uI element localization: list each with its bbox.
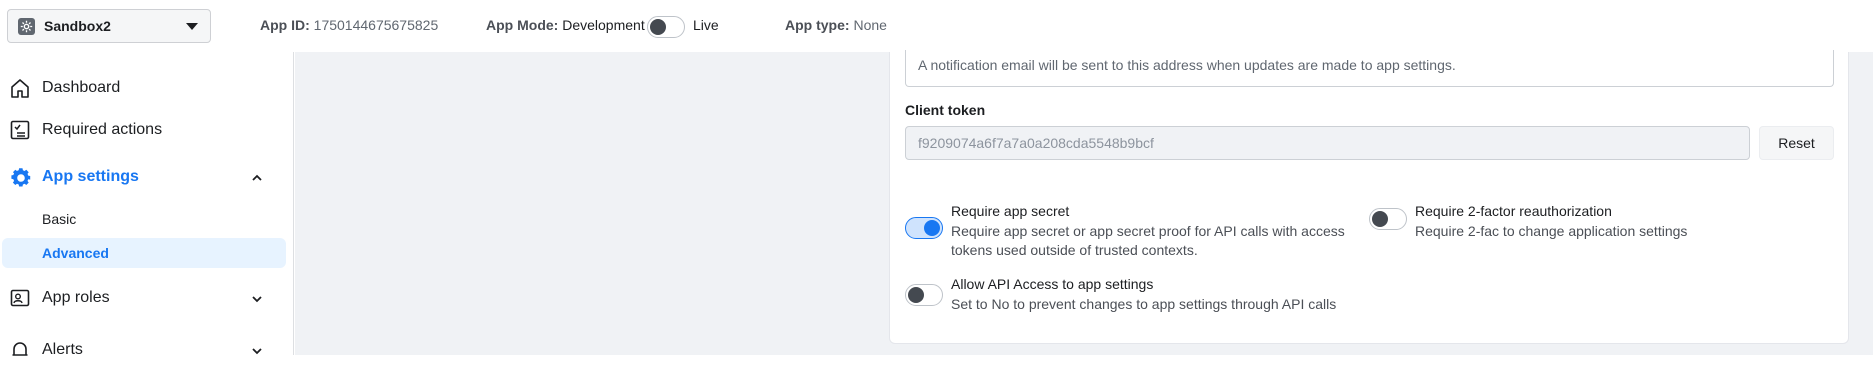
chevron-up-icon bbox=[251, 171, 263, 183]
setting-require-app-secret: Require app secret Require app secret or… bbox=[905, 203, 1345, 263]
top-bar: Sandbox2 App ID: 1750144675675825 App Mo… bbox=[0, 0, 1873, 52]
sidebar-item-label: App settings bbox=[42, 168, 139, 185]
toggle-knob bbox=[650, 19, 666, 35]
allow-api-access-toggle[interactable] bbox=[905, 284, 943, 306]
sidebar-item-app-roles[interactable]: App roles bbox=[0, 280, 294, 316]
sidebar-item-label: Required actions bbox=[42, 121, 163, 138]
sidebar-subitem-label: Basic bbox=[42, 211, 77, 227]
app-mode: App Mode: Development bbox=[486, 17, 645, 33]
notification-email-field[interactable]: A notification email will be sent to thi… bbox=[905, 50, 1834, 87]
setting-allow-api-access: Allow API Access to app settings Set to … bbox=[905, 276, 1345, 316]
home-icon bbox=[9, 77, 31, 99]
app-type-label: App type: bbox=[785, 17, 850, 33]
reset-button[interactable]: Reset bbox=[1759, 126, 1834, 160]
chevron-down-icon bbox=[251, 344, 263, 356]
app-type: App type: None bbox=[785, 17, 887, 33]
app-name: Sandbox2 bbox=[44, 18, 111, 34]
app-id: App ID: 1750144675675825 bbox=[260, 17, 438, 33]
app-id-label: App ID: bbox=[260, 17, 310, 33]
toggle-knob bbox=[924, 220, 940, 236]
setting-description: Set to No to prevent changes to app sett… bbox=[951, 296, 1337, 312]
app-icon bbox=[18, 17, 35, 35]
sidebar: Dashboard Required actions App settings … bbox=[0, 52, 294, 358]
app-mode-label: App Mode: bbox=[486, 17, 559, 33]
email-hint: A notification email will be sent to thi… bbox=[918, 57, 1456, 73]
setting-title: Allow API Access to app settings bbox=[951, 276, 1154, 292]
toggle-knob bbox=[908, 287, 924, 303]
app-type-value: None bbox=[853, 17, 887, 33]
require-app-secret-toggle[interactable] bbox=[905, 217, 943, 239]
settings-card: A notification email will be sent to thi… bbox=[889, 50, 1849, 344]
sidebar-item-label: App roles bbox=[42, 289, 110, 306]
live-label: Live bbox=[693, 17, 719, 33]
sidebar-item-label: Alerts bbox=[42, 341, 83, 358]
sidebar-item-required-actions[interactable]: Required actions bbox=[0, 112, 294, 148]
setting-description: Require app secret or app secret proof f… bbox=[951, 223, 1345, 258]
bell-icon bbox=[9, 339, 31, 361]
setting-require-2fa: Require 2-factor reauthorization Require… bbox=[1369, 203, 1789, 243]
checklist-icon bbox=[9, 119, 31, 141]
require-2fa-toggle[interactable] bbox=[1369, 208, 1407, 230]
sidebar-subitem-advanced[interactable]: Advanced bbox=[2, 238, 286, 268]
app-mode-value: Development bbox=[562, 17, 645, 33]
setting-description: Require 2-fac to change application sett… bbox=[1415, 223, 1688, 239]
sidebar-item-label: Dashboard bbox=[42, 79, 121, 96]
roles-icon bbox=[9, 287, 31, 309]
app-id-value: 1750144675675825 bbox=[313, 17, 439, 33]
sidebar-subitem-label: Advanced bbox=[42, 245, 109, 261]
setting-title: Require 2-factor reauthorization bbox=[1415, 203, 1612, 219]
sidebar-item-app-settings[interactable]: App settings bbox=[0, 159, 294, 195]
sidebar-item-alerts[interactable]: Alerts bbox=[0, 332, 294, 368]
client-token-label: Client token bbox=[905, 102, 986, 118]
app-mode-toggle[interactable] bbox=[647, 16, 685, 38]
chevron-down-icon bbox=[186, 23, 198, 30]
chevron-down-icon bbox=[251, 292, 263, 304]
sidebar-item-dashboard[interactable]: Dashboard bbox=[0, 70, 294, 106]
toggle-knob bbox=[1372, 211, 1388, 227]
gear-icon bbox=[9, 166, 31, 188]
setting-title: Require app secret bbox=[951, 203, 1070, 219]
sidebar-subitem-basic[interactable]: Basic bbox=[2, 204, 286, 234]
client-token-input[interactable] bbox=[905, 126, 1750, 160]
app-selector-dropdown[interactable]: Sandbox2 bbox=[7, 9, 211, 43]
